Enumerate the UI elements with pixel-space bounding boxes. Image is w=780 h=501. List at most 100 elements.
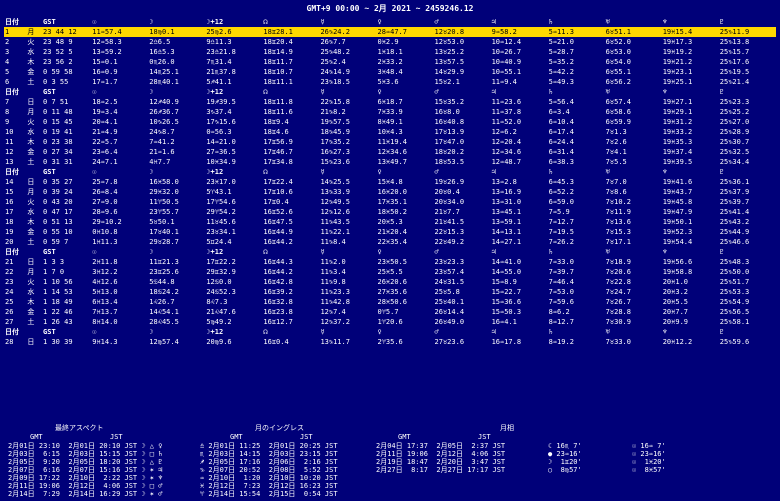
planet-position-cell: 25♑32.5 [719, 148, 750, 156]
list-item: 2月14日 7:29 2月14日 16:29 JST ☽ ✶ ♂ [8, 490, 163, 498]
planet-position-cell: 7♉18.9 [605, 258, 631, 266]
planet-position-cell: 17♒1.7 [92, 78, 118, 86]
gst-cell: 0 19 41 [43, 128, 73, 136]
planet-position-cell: 11♊21.3 [149, 258, 179, 266]
weekday-cell: 木 [27, 138, 35, 146]
planet-position-cell: 2♎6.5 [149, 38, 171, 46]
planet-position-cell: 6♒17.4 [548, 128, 574, 136]
ephemeris-row: 10 水 0 19 41 21♒4.9 24♑8.7 0♒56.3 18♊4.6 18♑45… [4, 127, 776, 137]
ephemeris-row: 16 火 0 43 20 27♒9.0 11♈50.5 17♈54.6 17♊0.4 12♑… [4, 197, 776, 207]
date-cell: 6 [5, 78, 10, 86]
header-row: 日付 GST ☉ ☽ ☽+12 ☊ ☿ ♀ ♂ ♃ ♄ ♅ ♆ ♇ [4, 327, 776, 337]
gst-cell: 0 39 24 [43, 188, 73, 196]
planet-position-cell: 6♒59.0 [548, 198, 574, 206]
planet-position-cell: 16♊32.8 [263, 298, 293, 306]
header-cell: ♇ [719, 248, 724, 256]
planet-position-cell: 19♓43.7 [662, 188, 693, 196]
ephemeris-row: 4 木 23 56 2 15♒0.1 0♏26.0 7♏31.4 18♊11.7 25♑2.4… [4, 57, 776, 67]
planet-position-cell: 5♒11.3 [547, 27, 605, 37]
header-cell [26, 327, 42, 337]
planet-position-cell: 11♑22.1 [320, 228, 350, 236]
ephemeris-row: 25 木 1 18 49 6♓13.4 1♌26.7 8♌7.3 16♊32.8 11♑42… [4, 297, 776, 307]
planet-position-cell: 7♉4.1 [605, 148, 627, 156]
planet-position-cell: 7♉22.8 [605, 278, 631, 286]
header-cell: 日付 [5, 88, 19, 96]
list-item: ● 23♒16' [548, 450, 582, 458]
ephemeris-row: 3 水 23 52 5 13♒59.2 16♎5.3 23♎21.8 18♊14.9 25♑4… [4, 47, 776, 57]
header-cell: GST [43, 248, 56, 256]
planet-position-cell: 14♒55.0 [491, 268, 522, 276]
planet-position-cell: 29♉28.7 [149, 238, 179, 246]
header-cell: ♆ [662, 168, 667, 176]
planet-position-cell: 25♑53.3 [719, 288, 750, 296]
header-cell: ♆ [662, 328, 667, 336]
planet-position-cell: 6♒38.3 [548, 158, 574, 166]
planet-position-cell: 11♑3.4 [320, 268, 346, 276]
planet-position-cell: 11♒37.8 [491, 108, 522, 116]
planet-position-cell: 11♑2.0 [320, 258, 346, 266]
planet-position-cell: 6♒45.3 [548, 178, 574, 186]
ingress-title: 月のイングレス [255, 424, 304, 432]
planet-position-cell: 27♒9.0 [92, 198, 118, 206]
header-cell: ♅ [605, 18, 610, 26]
ephemeris-row: 14 日 0 35 27 25♒7.8 16♓58.0 23♓17.0 17♊22.4 14… [4, 177, 776, 187]
phase-sun-list: ☉ 16♒ 7' ☉ 23♒16' ☉ 1♓20' ☉ 8♓57' [632, 442, 666, 474]
planet-position-cell: 26♓20.6 [377, 278, 407, 286]
header-cell: GST [43, 168, 56, 176]
planet-position-cell: 21♏37.8 [206, 68, 236, 76]
planet-position-cell: 14♒21.0 [206, 138, 236, 146]
planet-position-cell: 8♒19.2 [548, 338, 574, 346]
ephemeris-row: 13 土 0 31 31 24♒7.1 4♓7.7 10♓34.9 17♊34.8 15♑2… [4, 157, 776, 167]
planet-position-cell: 13♉25.2 [434, 48, 465, 56]
ephemeris-row: 27 土 1 26 43 8♓14.0 28♌45.5 5♍49.2 16♊12.7 12♑… [4, 317, 776, 327]
header-cell: GST [43, 88, 56, 96]
header-cell: ♂ [434, 328, 439, 336]
ephemeris-row: 9 火 0 15 45 20♒4.1 10♑26.5 17♑15.6 18♊9.4 19♑5… [4, 117, 776, 127]
planet-position-cell: 7♉2.6 [605, 138, 627, 146]
planet-position-cell: 25♍2.6 [205, 27, 263, 37]
planet-position-cell: 21♒1.6 [149, 148, 175, 156]
planet-position-cell: 24♒7.1 [92, 158, 118, 166]
header-cell: ☽ [149, 18, 154, 26]
planet-position-cell: 7♉17.1 [605, 238, 631, 246]
planet-position-cell: 5♒42.2 [548, 68, 574, 76]
gst-cell: 23 52 5 [43, 48, 73, 56]
gst-cell: 1 7 0 [43, 268, 65, 276]
planet-position-cell: 12♍57.4 [149, 338, 179, 346]
list-item: ♎ 2月01日 11:25 2月01日 20:25 JST [200, 442, 338, 450]
header-cell: ☊ [263, 88, 268, 96]
header-cell: ♄ [548, 168, 553, 176]
planet-position-cell: 13♑33.9 [320, 188, 350, 196]
planet-position-cell: 27♒36.5 [206, 148, 236, 156]
planet-position-cell: 5♒49.3 [548, 78, 574, 86]
ephemeris-table: 日付 GST ☉ ☽ ☽+12 ☊ ☿ ♀ ♂ ♃ ♄ ♅ ♆ ♇ 1 月 23 44 12 11♒57.4 18♍… [4, 17, 776, 347]
planet-position-cell: 11♑23.3 [320, 288, 350, 296]
gst-cell: 1 14 53 [43, 288, 73, 296]
planet-position-cell: 18♉20.2 [434, 148, 465, 156]
planet-position-cell: 7♉1.3 [605, 128, 627, 136]
planet-position-cell: 25♉5.8 [434, 288, 460, 296]
planet-position-cell: 25♑44.9 [719, 228, 750, 236]
header-cell: ♃ [491, 18, 496, 26]
planet-position-cell: 3♓12.2 [92, 268, 118, 276]
planet-position-cell: 7♉11.9 [605, 208, 631, 216]
list-item: 2月27日 8:17 2月27日 17:17 JST [376, 466, 506, 474]
planet-position-cell: 10♓4.3 [377, 128, 403, 136]
weekday-cell: 木 [27, 58, 35, 66]
header-cell: ☽+12 [206, 168, 224, 176]
ephemeris-row: 5 金 0 59 58 16♒0.9 14♏25.1 21♏37.8 18♊10.7 24♑… [4, 67, 776, 77]
header-row: 日付 GST ☉ ☽ ☽+12 ☊ ☿ ♀ ♂ ♃ ♄ ♅ ♆ ♇ [4, 167, 776, 177]
planet-position-cell: 29♈54.2 [206, 208, 236, 216]
planet-position-cell: 19♓52.3 [662, 228, 693, 236]
planet-position-cell: 24♉31.5 [434, 278, 465, 286]
header-cell: ☊ [263, 168, 268, 176]
planet-position-cell: 19♓29.1 [662, 108, 693, 116]
planet-position-cell: 4♓12.6 [92, 278, 118, 286]
planet-position-cell: 25♑43.2 [719, 218, 750, 226]
aspect-jst-label: JST [110, 433, 123, 441]
planet-position-cell: 18♊11.7 [263, 58, 293, 66]
planet-position-cell: 23♉23.3 [434, 258, 465, 266]
header-cell: ♄ [548, 248, 553, 256]
planet-position-cell: 19♓19.2 [662, 48, 693, 56]
gst-cell: 0 51 13 [43, 218, 73, 226]
